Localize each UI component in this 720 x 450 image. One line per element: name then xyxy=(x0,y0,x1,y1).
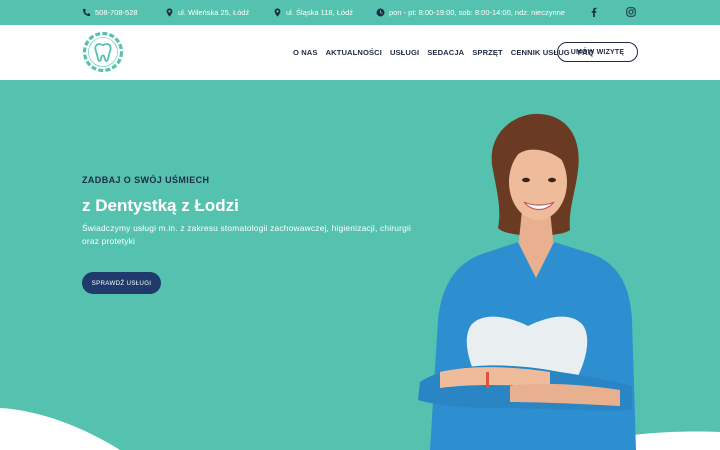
site-header: O NAS AKTUALNOŚCI USŁUGI SEDACJA SPRZĘT … xyxy=(0,25,720,80)
phone-icon xyxy=(82,8,91,17)
address-2: ul. Śląska 118, Łódź xyxy=(286,8,353,17)
nav-item-o-nas[interactable]: O NAS xyxy=(293,48,318,57)
dentist-photo xyxy=(418,113,636,450)
address-2-info[interactable]: ul. Śląska 118, Łódź xyxy=(273,0,353,25)
logo-tooth-icon[interactable] xyxy=(82,31,124,73)
book-appointment-button[interactable]: UMÓW WIZYTĘ xyxy=(557,42,638,62)
address-1: ul. Wileńska 25, Łódź xyxy=(178,8,250,17)
hero-description: Świadczymy usługi m.in. z zakresu stomat… xyxy=(82,223,412,246)
map-pin-icon xyxy=(273,8,282,17)
clock-icon xyxy=(376,8,385,17)
nav-item-aktualnosci[interactable]: AKTUALNOŚCI xyxy=(326,48,382,57)
phone-info[interactable]: 508-708-528 xyxy=(82,0,138,25)
map-pin-icon xyxy=(165,8,174,17)
hero-title: z Dentystką z Łodzi xyxy=(82,196,239,215)
address-1-info[interactable]: ul. Wileńska 25, Łódź xyxy=(165,0,249,25)
facebook-link[interactable] xyxy=(589,0,599,25)
facebook-icon xyxy=(589,7,599,19)
nav-item-sedacja[interactable]: SEDACJA xyxy=(427,48,464,57)
check-services-button[interactable]: SPRAWDŹ USŁUGI xyxy=(82,272,161,294)
nav-item-sprzet[interactable]: SPRZĘT xyxy=(472,48,503,57)
opening-hours: pon - pt: 8:00-19:00, sob: 8:00-14:00, n… xyxy=(389,8,565,17)
hero-eyebrow: ZADBAJ O SWÓJ UŚMIECH xyxy=(82,175,210,185)
main-navigation: O NAS AKTUALNOŚCI USŁUGI SEDACJA SPRZĘT … xyxy=(293,25,594,80)
opening-hours-info: pon - pt: 8:00-19:00, sob: 8:00-14:00, n… xyxy=(376,0,565,25)
phone-number: 508-708-528 xyxy=(95,8,138,17)
nav-item-uslugi[interactable]: USŁUGI xyxy=(390,48,419,57)
instagram-link[interactable] xyxy=(626,0,636,25)
hero-section: ZADBAJ O SWÓJ UŚMIECH z Dentystką z Łodz… xyxy=(0,80,720,450)
instagram-icon xyxy=(626,6,636,19)
top-info-bar: 508-708-528 ul. Wileńska 25, Łódź ul. Śl… xyxy=(0,0,720,25)
